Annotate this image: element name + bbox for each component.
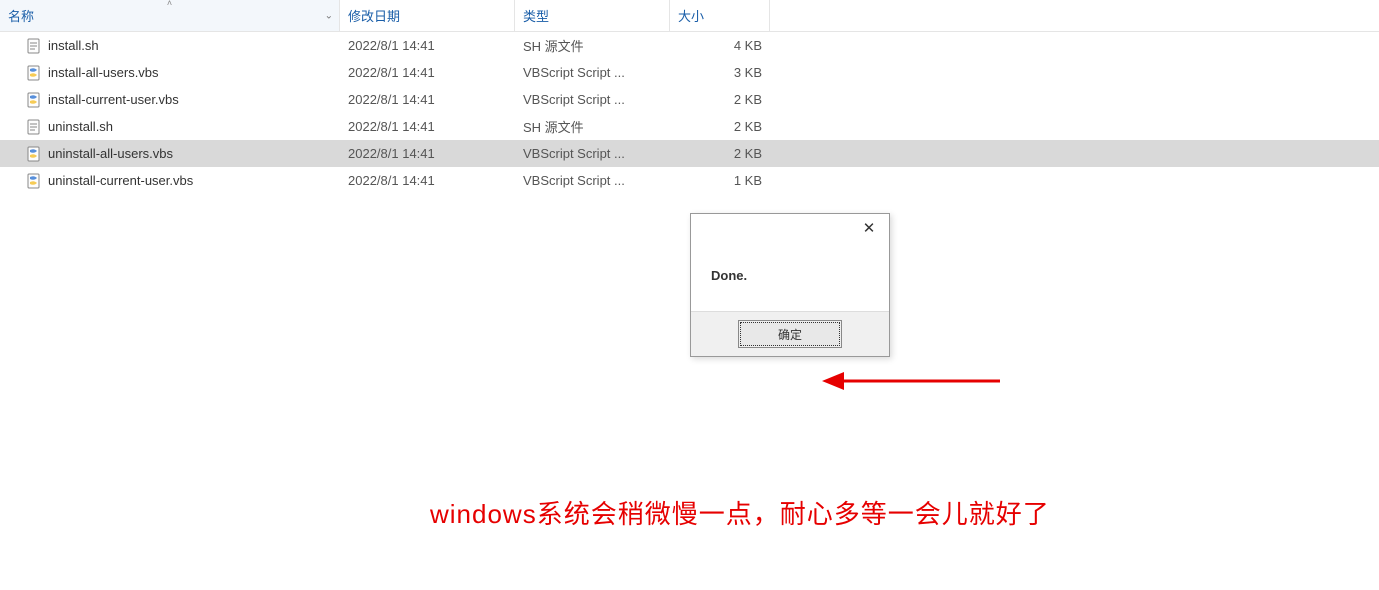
- file-date-cell: 2022/8/1 14:41: [340, 146, 515, 161]
- file-row[interactable]: uninstall-all-users.vbs 2022/8/1 14:41VBS…: [0, 140, 1379, 167]
- ok-button-label: 确定: [778, 326, 802, 343]
- column-header-size[interactable]: 大小: [670, 0, 770, 31]
- column-name-label: 名称: [8, 6, 34, 25]
- file-row[interactable]: uninstall.sh 2022/8/1 14:41SH 源文件2 KB: [0, 113, 1379, 140]
- annotation-caption: windows系统会稍微慢一点，耐心多等一会儿就好了: [430, 494, 1050, 531]
- file-row[interactable]: install-all-users.vbs 2022/8/1 14:41VBScr…: [0, 59, 1379, 86]
- file-name-label: uninstall-all-users.vbs: [48, 146, 173, 161]
- sh-file-icon: [26, 38, 42, 54]
- close-button[interactable]: ✕: [849, 214, 889, 242]
- file-size-cell: 1 KB: [670, 173, 770, 188]
- file-size-cell: 2 KB: [670, 92, 770, 107]
- file-type-cell: VBScript Script ...: [515, 65, 670, 80]
- vbs-file-icon: [26, 173, 42, 189]
- sort-ascending-icon: ˄: [167, 0, 172, 8]
- file-name-cell: uninstall-all-users.vbs: [0, 146, 340, 162]
- column-header-date[interactable]: 修改日期: [340, 0, 515, 31]
- file-date-cell: 2022/8/1 14:41: [340, 65, 515, 80]
- vbs-file-icon: [26, 92, 42, 108]
- dialog-message: Done.: [691, 248, 889, 311]
- file-type-cell: VBScript Script ...: [515, 92, 670, 107]
- file-row[interactable]: uninstall-current-user.vbs 2022/8/1 14:41…: [0, 167, 1379, 194]
- vbs-file-icon: [26, 146, 42, 162]
- file-date-cell: 2022/8/1 14:41: [340, 119, 515, 134]
- sh-file-icon: [26, 119, 42, 135]
- column-date-label: 修改日期: [348, 6, 400, 25]
- dialog-footer: 确定: [691, 311, 889, 356]
- file-size-cell: 3 KB: [670, 65, 770, 80]
- file-name-cell: install-all-users.vbs: [0, 65, 340, 81]
- file-name-label: uninstall.sh: [48, 119, 113, 134]
- file-name-label: install.sh: [48, 38, 99, 53]
- file-name-cell: uninstall.sh: [0, 119, 340, 135]
- ok-button[interactable]: 确定: [740, 322, 840, 346]
- file-name-label: install-current-user.vbs: [48, 92, 179, 107]
- file-type-cell: SH 源文件: [515, 36, 670, 55]
- file-name-cell: uninstall-current-user.vbs: [0, 173, 340, 189]
- file-row[interactable]: install.sh 2022/8/1 14:41SH 源文件4 KB: [0, 32, 1379, 59]
- file-type-cell: VBScript Script ...: [515, 173, 670, 188]
- column-header-name[interactable]: ˄ 名称 ⌄: [0, 0, 340, 31]
- message-dialog: ✕ Done. 确定: [690, 213, 890, 357]
- close-icon: ✕: [863, 219, 876, 237]
- file-name-label: install-all-users.vbs: [48, 65, 159, 80]
- arrow-annotation-icon: [822, 368, 1002, 394]
- file-size-cell: 2 KB: [670, 146, 770, 161]
- file-size-cell: 2 KB: [670, 119, 770, 134]
- file-size-cell: 4 KB: [670, 38, 770, 53]
- file-type-cell: VBScript Script ...: [515, 146, 670, 161]
- vbs-file-icon: [26, 65, 42, 81]
- dialog-titlebar: ✕: [691, 214, 889, 248]
- chevron-down-icon[interactable]: ⌄: [325, 10, 333, 21]
- file-list: install.sh2022/8/1 14:41SH 源文件4 KBinstal…: [0, 32, 1379, 194]
- column-header-row: ˄ 名称 ⌄ 修改日期 类型 大小: [0, 0, 1379, 32]
- column-type-label: 类型: [523, 6, 549, 25]
- column-header-type[interactable]: 类型: [515, 0, 670, 31]
- column-size-label: 大小: [678, 6, 704, 25]
- file-name-cell: install-current-user.vbs: [0, 92, 340, 108]
- file-date-cell: 2022/8/1 14:41: [340, 92, 515, 107]
- file-row[interactable]: install-current-user.vbs 2022/8/1 14:41VB…: [0, 86, 1379, 113]
- file-name-cell: install.sh: [0, 38, 340, 54]
- file-name-label: uninstall-current-user.vbs: [48, 173, 193, 188]
- file-date-cell: 2022/8/1 14:41: [340, 173, 515, 188]
- file-type-cell: SH 源文件: [515, 117, 670, 136]
- file-date-cell: 2022/8/1 14:41: [340, 38, 515, 53]
